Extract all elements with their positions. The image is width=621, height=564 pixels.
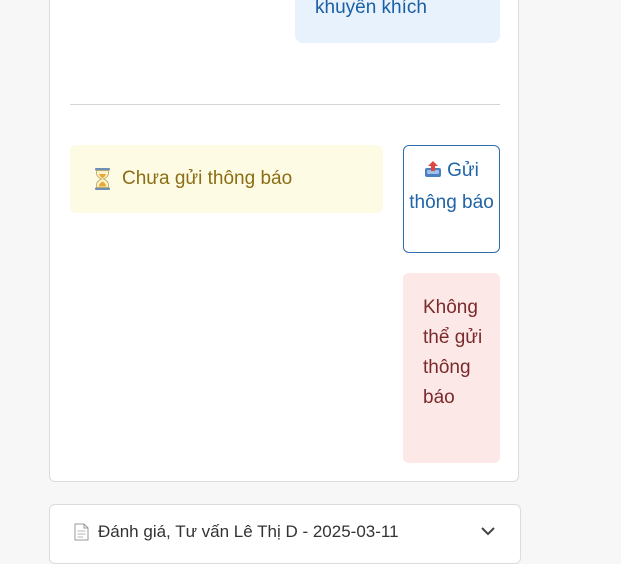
evaluation-card[interactable]: Đánh giá, Tư vấn Lê Thị D - 2025-03-11: [49, 504, 521, 564]
encouragement-message-box: khuyến khích: [295, 0, 500, 43]
send-error-text: Không thể gửi thông báo: [423, 297, 483, 408]
evaluation-card-title: Đánh giá, Tư vấn Lê Thị D - 2025-03-11: [98, 522, 399, 541]
send-notification-label: Gửi thông báo: [409, 160, 494, 213]
chevron-down-icon[interactable]: [480, 525, 496, 537]
notification-status-banner: Chưa gửi thông báo: [70, 145, 383, 213]
notification-status-text: Chưa gửi thông báo: [122, 168, 293, 189]
encouragement-text: khuyến khích: [315, 0, 427, 18]
evaluation-card-header: Đánh giá, Tư vấn Lê Thị D - 2025-03-11: [74, 522, 399, 542]
send-error-message: Không thể gửi thông báo: [403, 273, 500, 463]
document-icon: [74, 523, 89, 541]
outbox-tray-icon: [425, 161, 442, 177]
hourglass-icon: [95, 168, 110, 190]
section-divider: [70, 104, 500, 105]
send-notification-button[interactable]: Gửi thông báo: [403, 145, 500, 253]
